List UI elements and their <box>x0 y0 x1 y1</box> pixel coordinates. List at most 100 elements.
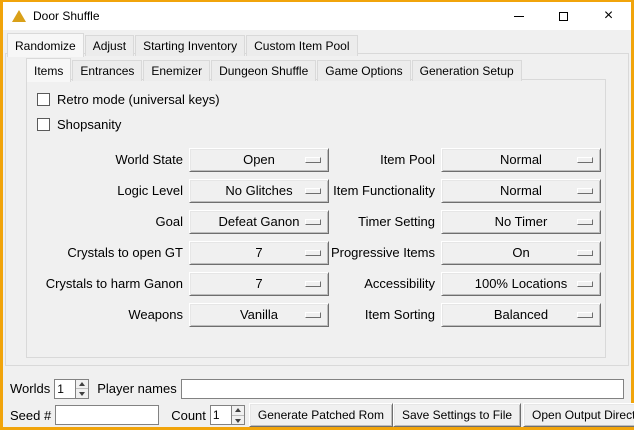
form-row: Logic Level No Glitches Item Functionali… <box>37 175 605 206</box>
retro-mode-label: Retro mode (universal keys) <box>57 92 220 107</box>
form-row: Weapons Vanilla Item Sorting Balanced <box>37 299 605 330</box>
tab-adjust[interactable]: Adjust <box>85 35 134 56</box>
dropdown-value: No Timer <box>495 214 548 229</box>
progressive-items-dropdown[interactable]: On <box>441 241 601 265</box>
window-content: Randomize Adjust Starting Inventory Cust… <box>3 30 631 427</box>
subtab-generation-setup[interactable]: Generation Setup <box>412 60 522 81</box>
goal-label: Goal <box>37 214 183 229</box>
item-sorting-label: Item Sorting <box>329 307 435 322</box>
dropdown-indicator-icon <box>577 188 593 194</box>
crystals-gt-dropdown[interactable]: 7 <box>189 241 329 265</box>
tab-starting-inventory[interactable]: Starting Inventory <box>135 35 245 56</box>
seed-label: Seed # <box>10 408 51 423</box>
dropdown-indicator-icon <box>577 250 593 256</box>
dropdown-value: Balanced <box>494 307 548 322</box>
item-pool-dropdown[interactable]: Normal <box>441 148 601 172</box>
window: Door Shuffle × Randomize Adjust Starting… <box>0 0 634 430</box>
spinner-buttons <box>231 406 244 424</box>
goal-dropdown[interactable]: Defeat Ganon <box>189 210 329 234</box>
subtab-dungeon-shuffle[interactable]: Dungeon Shuffle <box>211 60 316 81</box>
dropdown-value: Normal <box>500 183 542 198</box>
window-title: Door Shuffle <box>33 9 100 23</box>
worlds-label: Worlds <box>10 381 50 396</box>
dropdown-indicator-icon <box>577 157 593 163</box>
form-row: Crystals to harm Ganon 7 Accessibility 1… <box>37 268 605 299</box>
form-row: Goal Defeat Ganon Timer Setting No Timer <box>37 206 605 237</box>
tab-randomize[interactable]: Randomize <box>7 33 84 57</box>
options-grid: World State Open Item Pool Normal Logic … <box>37 144 605 330</box>
worlds-row: Worlds Player names <box>10 376 624 401</box>
dropdown-value: Open <box>243 152 275 167</box>
player-names-input[interactable] <box>181 379 624 399</box>
seed-input[interactable] <box>55 405 159 425</box>
sub-tab-bar: Items Entrances Enemizer Dungeon Shuffle… <box>26 58 523 81</box>
dropdown-indicator-icon <box>305 157 321 163</box>
checkbox-unchecked-icon <box>37 118 50 131</box>
save-settings-button[interactable]: Save Settings to File <box>393 403 521 427</box>
titlebar[interactable]: Door Shuffle × <box>3 2 631 30</box>
weapons-dropdown[interactable]: Vanilla <box>189 303 329 327</box>
close-button[interactable]: × <box>586 2 631 30</box>
worlds-input[interactable] <box>55 380 75 398</box>
retro-mode-checkbox[interactable]: Retro mode (universal keys) <box>37 87 605 112</box>
spin-up-button[interactable] <box>232 406 244 416</box>
dropdown-value: No Glitches <box>225 183 292 198</box>
seed-row: Seed # Count Generate Patched Rom Save S… <box>10 402 624 428</box>
dropdown-value: Normal <box>500 152 542 167</box>
player-names-label: Player names <box>97 381 176 396</box>
logic-level-dropdown[interactable]: No Glitches <box>189 179 329 203</box>
maximize-icon <box>559 12 568 21</box>
dropdown-indicator-icon <box>577 281 593 287</box>
subtab-entrances[interactable]: Entrances <box>72 60 142 81</box>
accessibility-label: Accessibility <box>329 276 435 291</box>
count-input[interactable] <box>211 406 231 424</box>
checkbox-unchecked-icon <box>37 93 50 106</box>
shopsanity-checkbox[interactable]: Shopsanity <box>37 112 605 137</box>
open-output-button[interactable]: Open Output Directory <box>523 403 634 427</box>
subtab-game-options[interactable]: Game Options <box>317 60 410 81</box>
form-row: World State Open Item Pool Normal <box>37 144 605 175</box>
dropdown-value: Defeat Ganon <box>219 214 300 229</box>
maximize-button[interactable] <box>541 2 586 30</box>
form-row: Crystals to open GT 7 Progressive Items … <box>37 237 605 268</box>
crystals-ganon-dropdown[interactable]: 7 <box>189 272 329 296</box>
dropdown-indicator-icon <box>577 312 593 318</box>
spinner-buttons <box>75 380 88 398</box>
progressive-items-label: Progressive Items <box>329 245 435 260</box>
world-state-dropdown[interactable]: Open <box>189 148 329 172</box>
worlds-spinner <box>54 379 89 399</box>
accessibility-dropdown[interactable]: 100% Locations <box>441 272 601 296</box>
dropdown-value: On <box>512 245 529 260</box>
spin-down-button[interactable] <box>76 389 88 398</box>
minimize-icon <box>514 16 524 17</box>
dropdown-value: 7 <box>255 245 262 260</box>
crystals-ganon-label: Crystals to harm Ganon <box>37 276 183 291</box>
main-tab-bar: Randomize Adjust Starting Inventory Cust… <box>7 33 359 56</box>
shopsanity-label: Shopsanity <box>57 117 121 132</box>
dropdown-indicator-icon <box>305 281 321 287</box>
dropdown-indicator-icon <box>305 250 321 256</box>
timer-setting-dropdown[interactable]: No Timer <box>441 210 601 234</box>
logic-level-label: Logic Level <box>37 183 183 198</box>
dropdown-indicator-icon <box>577 219 593 225</box>
subtab-enemizer[interactable]: Enemizer <box>143 60 210 81</box>
count-label: Count <box>171 408 206 423</box>
window-controls: × <box>496 2 631 30</box>
app-icon <box>11 8 27 24</box>
spin-down-button[interactable] <box>232 416 244 425</box>
generate-rom-button[interactable]: Generate Patched Rom <box>249 403 393 427</box>
item-sorting-dropdown[interactable]: Balanced <box>441 303 601 327</box>
world-state-label: World State <box>37 152 183 167</box>
tab-custom-item-pool[interactable]: Custom Item Pool <box>246 35 357 56</box>
randomize-pane: Items Entrances Enemizer Dungeon Shuffle… <box>5 53 629 366</box>
items-panel: Retro mode (universal keys) Shopsanity W… <box>26 79 606 358</box>
dropdown-indicator-icon <box>305 312 321 318</box>
dropdown-indicator-icon <box>305 188 321 194</box>
spin-up-button[interactable] <box>76 380 88 390</box>
subtab-items[interactable]: Items <box>26 58 71 82</box>
item-functionality-dropdown[interactable]: Normal <box>441 179 601 203</box>
minimize-button[interactable] <box>496 2 541 30</box>
item-functionality-label: Item Functionality <box>329 183 435 198</box>
close-icon: × <box>604 8 613 24</box>
weapons-label: Weapons <box>37 307 183 322</box>
